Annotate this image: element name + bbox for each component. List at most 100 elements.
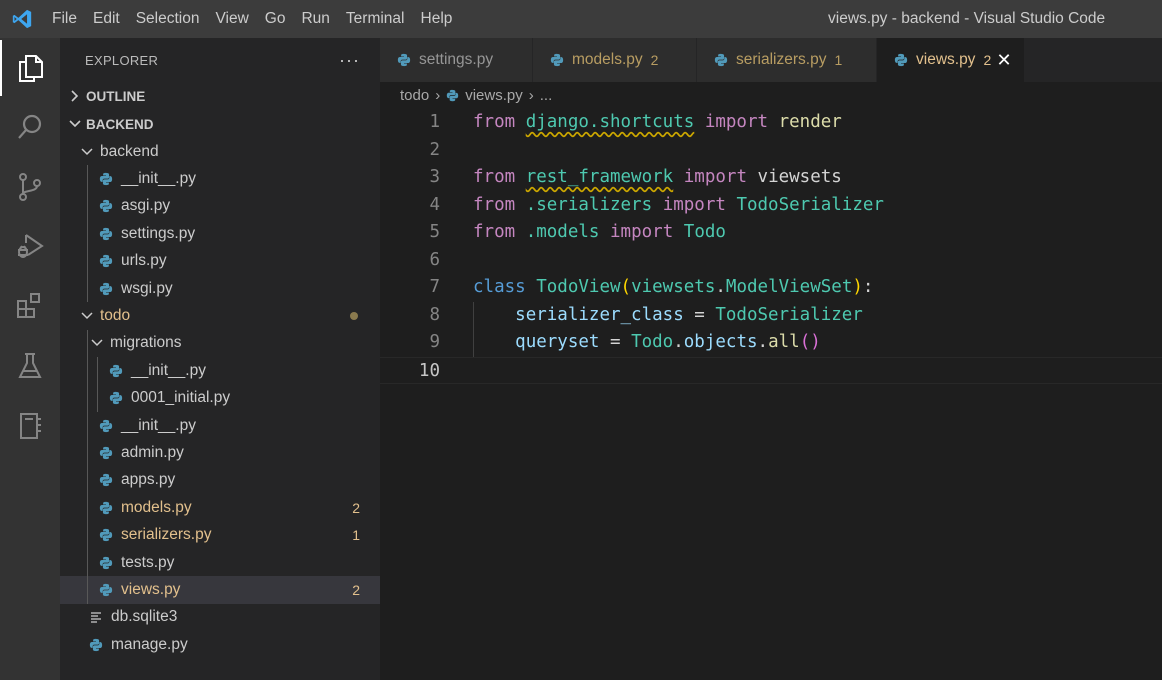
backend-section[interactable]: BACKEND [60,110,380,138]
breadcrumb-folder[interactable]: todo [400,87,429,104]
tab-label: models.py [572,51,643,68]
code-editor[interactable]: 1 from django.shortcuts import render 2 3 fr… [380,109,1162,680]
tree-file[interactable]: serializers.py 1 [60,521,380,549]
menu-item-selection[interactable]: Selection [128,0,208,38]
code-line[interactable]: 3 from rest_framework import viewsets [380,164,1162,192]
close-icon[interactable]: ✕ [994,50,1014,70]
tree-file[interactable]: tests.py [60,548,380,577]
code-token: rest_framework [525,167,674,187]
python-file-icon [99,199,113,213]
code-token: viewsets [757,167,842,187]
window-title: views.py - backend - Visual Studio Code [828,10,1106,27]
tree-file[interactable]: __init__.py [60,357,380,385]
tree-folder[interactable]: backend [60,138,380,165]
tree-item-label: serializers.py [121,526,212,544]
menu-item-run[interactable]: Run [293,0,337,38]
more-actions-icon[interactable]: ··· [339,50,360,71]
indent-guide [87,220,88,248]
tab-settings-py[interactable]: settings.py [380,38,533,82]
tree-file[interactable]: __init__.py [60,411,380,440]
line-number: 6 [429,249,440,270]
code-token: .models [525,222,600,242]
tree-folder[interactable]: todo [60,302,380,329]
code-line[interactable]: 1 from django.shortcuts import render [380,109,1162,137]
tree-file[interactable]: admin.py [60,439,380,467]
tree-file[interactable]: manage.py [60,631,380,658]
code-line[interactable]: 6 [380,247,1162,275]
source-control-icon[interactable] [0,159,60,215]
code-token: : [862,277,874,297]
tree-file[interactable]: models.py 2 [60,494,380,522]
testing-icon[interactable] [0,338,60,394]
text-file-icon [89,611,103,623]
tab-views-py[interactable]: views.py 2 ✕ [877,38,1025,82]
menu-item-help[interactable]: Help [413,0,461,38]
code-token: ( [620,277,632,297]
tab-models-py[interactable]: models.py 2 [533,38,697,82]
extensions-icon[interactable] [0,278,60,334]
code-line[interactable]: 2 [380,137,1162,165]
editor-tabs: settings.py models.py 2 serializers.py 1 view… [380,38,1162,82]
tree-item-label: todo [100,307,131,325]
python-file-icon [894,53,908,67]
tree-file[interactable]: apps.py [60,466,380,495]
line-number: 3 [429,167,440,187]
tree-item-label: settings.py [121,224,196,242]
breadcrumb-file[interactable]: views.py [465,87,523,104]
tree-item-label: manage.py [111,635,188,653]
menu-item-terminal[interactable]: Terminal [338,0,413,38]
python-file-icon [714,53,728,67]
tab-serializers-py[interactable]: serializers.py 1 [697,38,877,82]
python-file-icon [550,53,564,67]
tree-item-label: views.py [121,580,181,598]
tab-problem-badge: 2 [650,52,659,68]
indent-guide [87,357,88,385]
code-token: import [704,112,769,132]
code-line[interactable]: 8 serializer_class = TodoSerializer [380,301,1162,329]
tree-file[interactable]: settings.py [60,220,380,248]
code-token: viewsets [631,277,716,297]
menu-item-edit[interactable]: Edit [85,0,128,38]
tree-file[interactable]: views.py 2 [60,576,380,604]
indent-guide [87,247,88,275]
indent-guide [87,576,88,604]
code-line[interactable]: 9 queryset = Todo.objects.all() [380,329,1162,357]
activity-bar [0,38,60,680]
tree-file[interactable]: wsgi.py [60,274,380,303]
code-token: import [610,222,674,242]
code-token: .serializers [525,194,653,215]
run-debug-icon[interactable] [0,218,60,274]
tree-item-label: models.py [121,498,192,516]
breadcrumb: todo › views.py › ... [380,82,552,109]
menu-item-go[interactable]: Go [257,0,294,38]
project-label: BACKEND [86,116,154,132]
search-icon[interactable] [0,99,60,155]
python-file-icon [99,254,113,268]
tree-folder[interactable]: migrations [60,329,380,358]
tree-file[interactable]: db.sqlite3 [60,604,380,631]
explorer-icon[interactable] [0,40,60,96]
menu-item-view[interactable]: View [207,0,256,38]
code-token: . [757,332,769,352]
tree-file[interactable]: __init__.py [60,165,380,193]
indent-guide [87,521,88,549]
menu-item-file[interactable]: File [44,0,85,38]
tree-file[interactable]: asgi.py [60,192,380,221]
tree-file[interactable]: urls.py [60,247,380,275]
tree-item-label: backend [100,142,159,160]
code-line[interactable]: 7 class TodoView(viewsets.ModelViewSet): [380,274,1162,302]
code-line[interactable]: 10 [380,356,1162,384]
tree-file[interactable]: 0001_initial.py [60,384,380,412]
notebook-icon[interactable] [0,398,60,454]
code-line[interactable]: 4 from .serializers import TodoSerializer [380,192,1162,220]
breadcrumb-symbol[interactable]: ... [540,87,553,104]
python-file-icon [99,473,113,487]
code-token: all [768,332,800,352]
code-line[interactable]: 5 from .models import Todo [380,219,1162,247]
outline-section[interactable]: OUTLINE [60,82,380,110]
